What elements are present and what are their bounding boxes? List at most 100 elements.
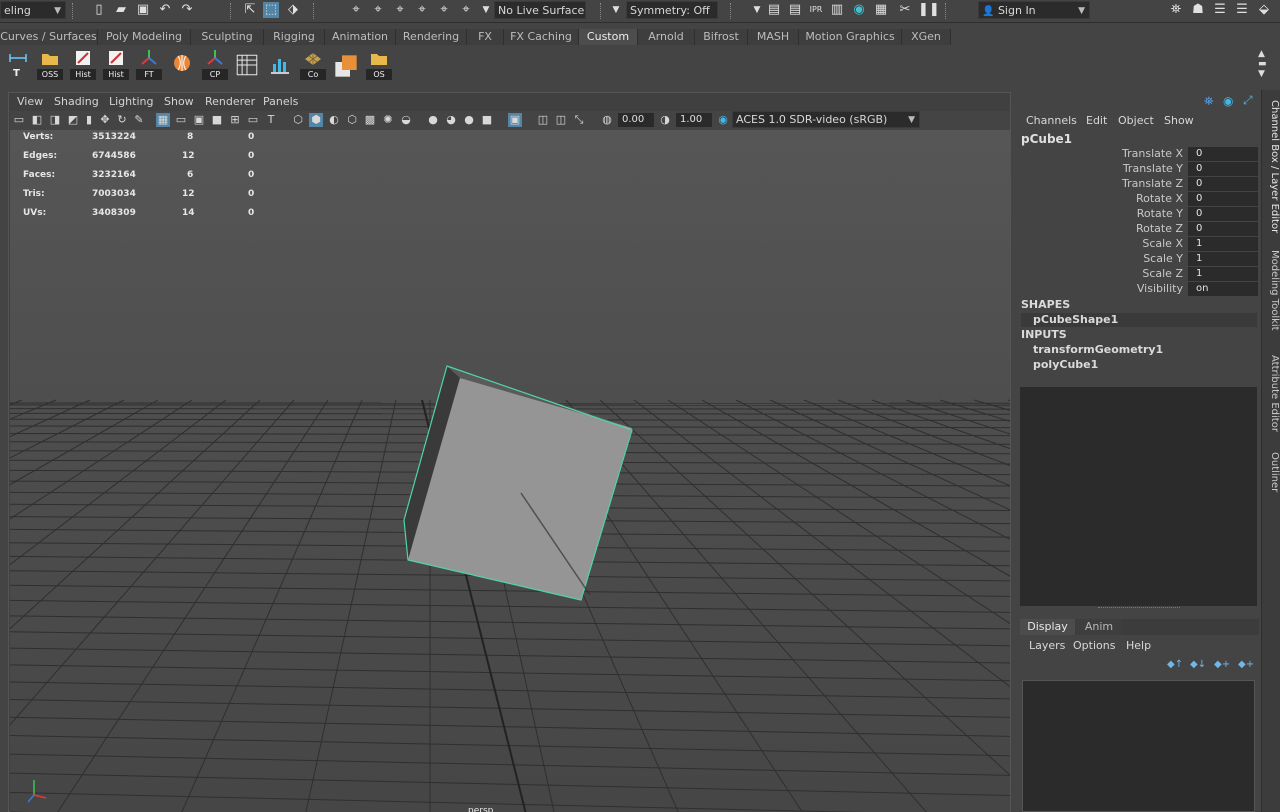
snap-curve-icon[interactable]: ⌖ (370, 2, 386, 18)
shelf-tab[interactable]: Arnold (638, 29, 695, 45)
snap-point-icon[interactable]: ⌖ (392, 2, 408, 18)
image-plane-icon[interactable]: ◩ (66, 113, 80, 127)
render-view-icon[interactable]: ▦ (873, 2, 889, 18)
grid-toggle-icon[interactable]: ▦ (156, 113, 170, 127)
multisample-aa-icon[interactable]: ● (462, 113, 476, 127)
gamma-icon[interactable]: ◑ (658, 113, 672, 127)
channel-label[interactable]: Scale Y (1015, 252, 1183, 265)
channel-label[interactable]: Rotate Y (1015, 207, 1183, 220)
motion-blur-icon[interactable]: ◕ (444, 113, 458, 127)
render-sequence-icon[interactable]: ▤ (787, 2, 803, 18)
film-gate-icon[interactable]: ▭ (174, 113, 188, 127)
snap-grid-icon[interactable]: ⌖ (348, 2, 364, 18)
tab-attribute-editor[interactable]: Attribute Editor (1263, 355, 1280, 435)
bookmark-flag-icon[interactable]: ▮ (82, 113, 96, 127)
bookmark-icon[interactable]: ◨ (48, 113, 62, 127)
new-scene-icon[interactable]: ▯ (91, 2, 107, 18)
channel-label[interactable]: Translate Y (1015, 162, 1183, 175)
gate-mask-icon[interactable]: ■ (210, 113, 224, 127)
chevron-down-icon[interactable]: ▼ (749, 2, 765, 18)
undo-icon[interactable]: ↶ (157, 2, 173, 18)
isolate-select-icon[interactable]: ▣ (508, 113, 522, 127)
move-layer-down-icon[interactable]: ◆↓ (1190, 659, 1206, 670)
use-all-lights-icon[interactable]: ✺ (381, 113, 395, 127)
channel-value-field[interactable]: 1 (1188, 237, 1258, 251)
grease-pencil-icon[interactable]: ↻ (115, 113, 129, 127)
menu-view[interactable]: View (17, 94, 43, 110)
safe-title-icon[interactable]: T (264, 113, 278, 127)
mode-menu[interactable]: eling ▼ (0, 1, 66, 19)
shelf-tab[interactable]: Poly Modeling (98, 29, 191, 45)
redo-icon[interactable]: ↷ (179, 2, 195, 18)
shelf-button-hist[interactable]: Hist (69, 48, 97, 80)
shelf-button-grid[interactable] (234, 48, 262, 80)
tab-outliner[interactable]: Outliner (1263, 452, 1280, 502)
channel-label[interactable]: Visibility (1015, 282, 1183, 295)
field-chart-icon[interactable]: ⊞ (228, 113, 242, 127)
measure-button[interactable]: T (4, 48, 32, 80)
shelf-button-os[interactable]: OS (365, 48, 393, 80)
attribute-editor-icon[interactable]: ☰ (1212, 2, 1228, 18)
move-layer-up-icon[interactable]: ◆↑ (1167, 659, 1183, 670)
menu-shading[interactable]: Shading (54, 94, 99, 110)
wireframe-icon[interactable]: ⬡ (291, 113, 305, 127)
resolution-gate-icon[interactable]: ▣ (192, 113, 206, 127)
color-management-icon[interactable]: ◉ (716, 113, 730, 127)
shelf-button-bars[interactable] (266, 48, 294, 80)
shelf-button-oss[interactable]: OSS (36, 48, 64, 80)
tab-anim[interactable]: Anim (1076, 619, 1122, 635)
xray-icon[interactable]: ◫ (536, 113, 550, 127)
tab-modeling-toolkit[interactable]: Modeling Toolkit (1263, 250, 1280, 340)
channel-label[interactable]: Scale X (1015, 237, 1183, 250)
menu-lighting[interactable]: Lighting (109, 94, 153, 110)
tool-settings-icon[interactable]: ☰ (1234, 2, 1250, 18)
snap-view-plane-icon[interactable]: ⌖ (436, 2, 452, 18)
screen-space-ao-icon[interactable]: ● (426, 113, 440, 127)
shelf-tab[interactable]: Sculpting (191, 29, 264, 45)
channel-value-field[interactable]: 0 (1188, 177, 1258, 191)
backface-culling-icon[interactable]: ⤡ (572, 113, 586, 127)
menu-panels[interactable]: Panels (263, 94, 298, 110)
edit-menu[interactable]: Edit (1086, 114, 1107, 127)
shelf-button-hist-2[interactable]: Hist (102, 48, 130, 80)
shelf-tab-active[interactable]: Custom (579, 29, 638, 45)
show-menu[interactable]: Show (1164, 114, 1194, 127)
color-space-select[interactable]: ACES 1.0 SDR-video (sRGB) ▼ (732, 111, 920, 128)
render-frame-icon[interactable]: ▤ (766, 2, 782, 18)
shelf-tab[interactable]: Animation (325, 29, 396, 45)
xray-joints-icon[interactable]: ◫ (554, 113, 568, 127)
select-by-object-icon[interactable]: ⬚ (263, 2, 279, 18)
shelf-button-ball[interactable] (168, 48, 196, 80)
select-camera-icon[interactable]: ▭ (12, 113, 26, 127)
wireframe-on-shaded-icon[interactable]: ⬡ (345, 113, 359, 127)
shelf-tab[interactable]: XGen (902, 29, 951, 45)
modeling-toolkit-icon[interactable]: ⛯ (1168, 2, 1184, 18)
options-menu[interactable]: Options (1073, 639, 1115, 652)
select-by-hierarchy-icon[interactable]: ⇱ (242, 2, 258, 18)
hypershade-icon[interactable]: ◉ (851, 2, 867, 18)
shelf-button-co[interactable]: Co (299, 48, 327, 80)
help-menu[interactable]: Help (1126, 639, 1151, 652)
shelf-tab[interactable]: FX (467, 29, 504, 45)
channel-value-field[interactable]: 0 (1188, 207, 1258, 221)
save-scene-icon[interactable]: ▣ (135, 2, 151, 18)
ipr-render-icon[interactable]: IPR (808, 2, 824, 18)
attribute-toggle-icon[interactable]: ◉ (1223, 94, 1233, 108)
input-node[interactable]: transformGeometry1 (1033, 343, 1163, 356)
camera-attributes-icon[interactable]: ◧ (30, 113, 44, 127)
shelf-tab[interactable]: Rigging (264, 29, 325, 45)
input-node[interactable]: polyCube1 (1033, 358, 1098, 371)
shelf-tab[interactable]: FX Caching (504, 29, 579, 45)
channel-label[interactable]: Translate X (1015, 147, 1183, 160)
render-settings-icon[interactable]: ▥ (829, 2, 845, 18)
chevron-down-icon[interactable]: ▼ (478, 2, 494, 18)
pause-icon[interactable]: ❚❚ (918, 2, 940, 18)
make-live-icon[interactable]: ⌖ (458, 2, 474, 18)
channel-label[interactable]: Rotate X (1015, 192, 1183, 205)
chevron-down-icon[interactable]: ▼ (608, 2, 624, 18)
channel-box-icon[interactable]: ⬙ (1256, 2, 1272, 18)
shelf-button-box[interactable] (332, 48, 360, 80)
exposure-icon[interactable]: ◍ (600, 113, 614, 127)
smooth-shade-icon[interactable]: ⬢ (309, 113, 323, 127)
tab-channel-box[interactable]: Channel Box / Layer Editor (1263, 100, 1280, 240)
